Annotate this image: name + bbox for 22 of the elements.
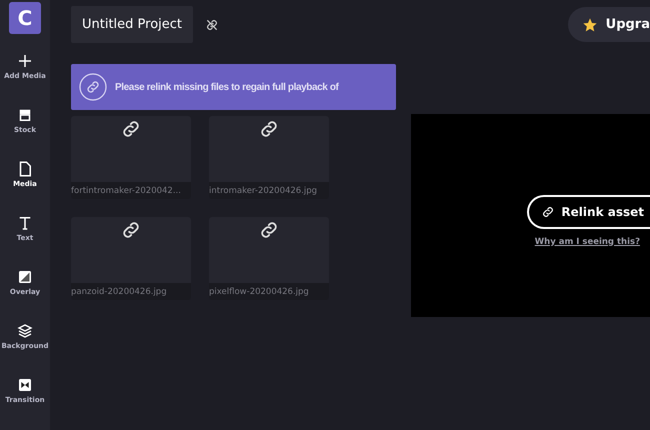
app-logo[interactable]: C: [9, 2, 41, 34]
project-title-field[interactable]: Untitled Project: [71, 6, 194, 43]
media-card[interactable]: panzoid-20200426.jpg: [71, 217, 191, 300]
overlay-icon: [16, 268, 34, 286]
media-card[interactable]: intromaker-20200426.jpg: [209, 116, 329, 199]
layers-icon: [16, 322, 34, 340]
plus-icon: [16, 52, 34, 70]
upgrade-button[interactable]: Upgra: [568, 7, 650, 42]
help-link[interactable]: Why am I seeing this?: [534, 236, 640, 246]
link-icon: [541, 204, 556, 218]
file-name: intromaker-20200426.jpg: [209, 184, 318, 198]
media-card[interactable]: fortintromaker-2020042...: [71, 116, 191, 199]
broken-link-icon[interactable]: [205, 18, 220, 32]
media-card[interactable]: pixelflow-20200426.jpg: [209, 217, 329, 300]
file-name: panzoid-20200426.jpg: [71, 286, 168, 298]
star-icon: [582, 16, 598, 32]
link-icon: [79, 73, 107, 101]
file-name: fortintromaker-2020042...: [71, 184, 182, 198]
banner-message: Please relink missing files to regain full playback of: [115, 82, 338, 92]
file-name: pixelflow-20200426.jpg: [209, 286, 310, 298]
relink-asset-button[interactable]: Relink asset: [527, 194, 650, 228]
transition-icon: [16, 376, 34, 394]
